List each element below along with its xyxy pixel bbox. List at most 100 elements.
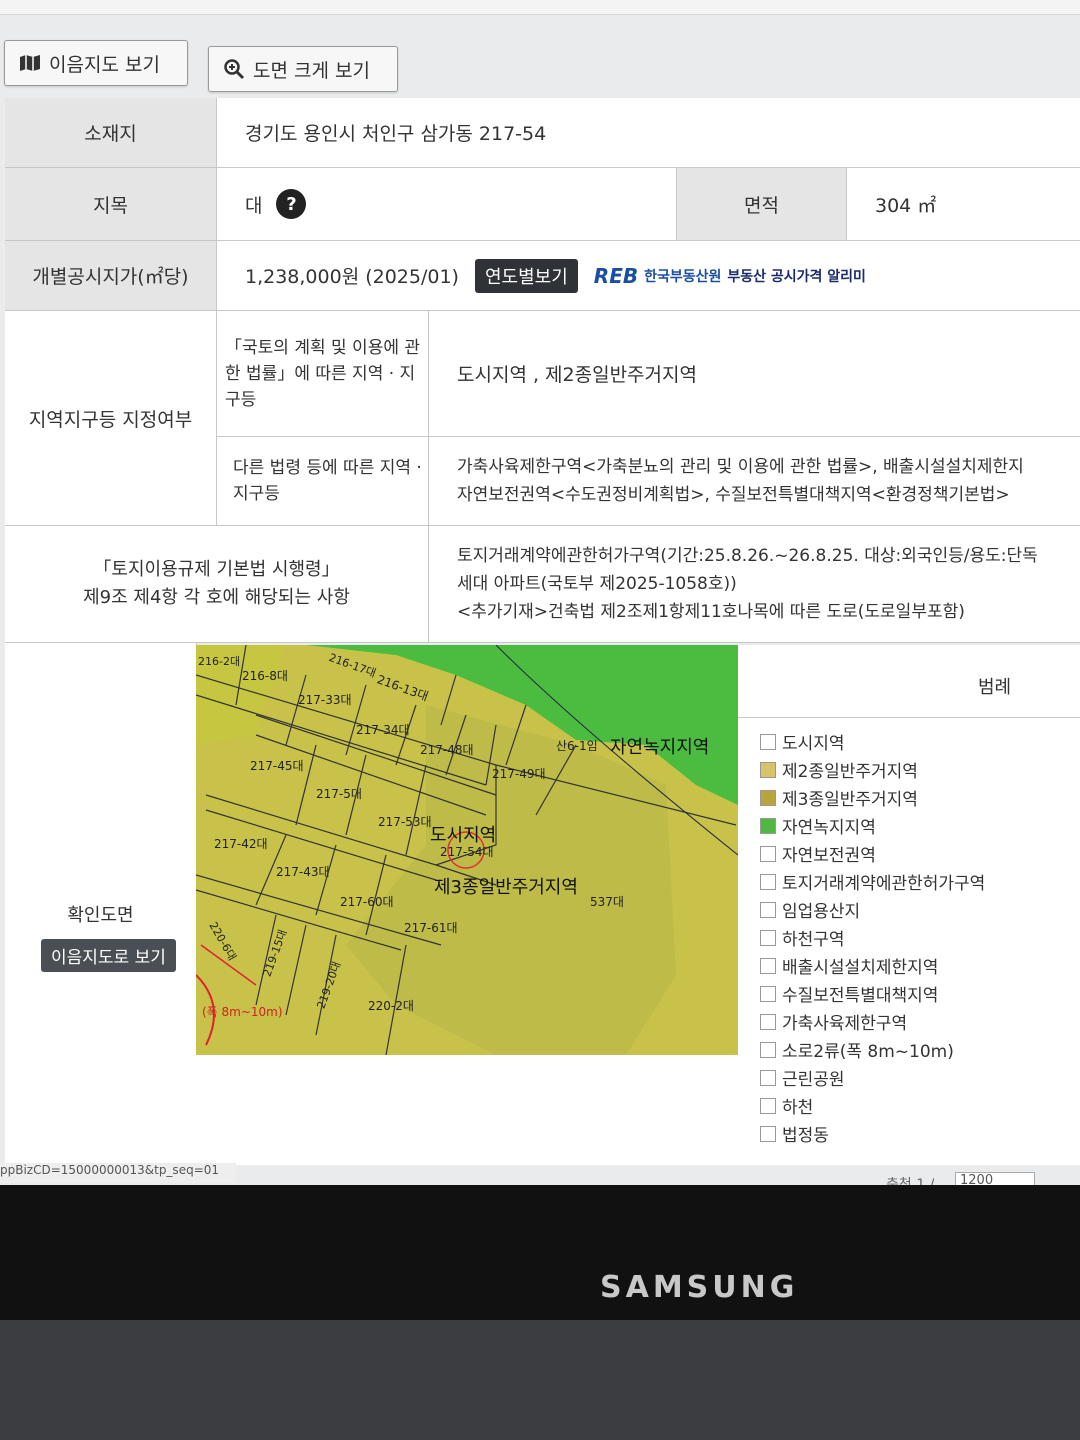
map-label-217-43: 217-43대: [276, 865, 330, 879]
legend-item: 수질보전특별대책지역: [760, 981, 938, 1006]
map-label-217-45: 217-45대: [250, 759, 304, 773]
legend-item-label: 수질보전특별대책지역: [782, 986, 939, 1006]
law2-value: 가축사육제한구역<가축분뇨의 관리 및 이용에 관한 법률>, 배출시설설치제한…: [429, 437, 1080, 526]
map-label-217-48: 217-48대: [420, 743, 474, 757]
reb-logo-mark: REB: [593, 263, 639, 288]
legend-item: 도시지역: [760, 729, 845, 754]
legend-item-label: 배출시설설치제한지역: [782, 958, 939, 978]
legend-item: 제3종일반주거지역: [760, 785, 918, 810]
monitor-brand-logo: SAMSUNG: [600, 1270, 799, 1305]
area-value: 304 ㎡: [847, 168, 1080, 241]
legend-item: 자연녹지지역: [760, 813, 876, 838]
eum-map-button[interactable]: 이음지도로 보기: [41, 939, 176, 972]
decree-label-line1: 「토지이용규제 기본법 시행령」: [93, 559, 340, 580]
map-road-label: (폭 8m~10m): [202, 1005, 283, 1019]
price-header: 개별공시지가(㎡당): [5, 241, 217, 311]
browser-bookmark-bar: [0, 0, 1080, 15]
legend-title: 범례: [978, 677, 1012, 698]
scale-label: 축척 1 /: [886, 1177, 935, 1185]
map-label-217-33: 217-33대: [298, 693, 352, 707]
status-url: ppBizCD=15000000013&tp_seq=01: [0, 1163, 236, 1183]
legend-swatch: [760, 733, 776, 750]
legend-item: 배출시설설치제한지역: [760, 953, 938, 978]
map-label-216-8: 216-8대: [242, 669, 288, 683]
location-header: 소재지: [5, 98, 217, 168]
legend-swatch: [760, 985, 776, 1002]
legend-swatch: [760, 1097, 776, 1114]
jimok-header: 지목: [5, 168, 217, 241]
map-label-217-42: 217-42대: [214, 837, 268, 851]
decree-label-line2: 제9조 제4항 각 호에 해당되는 사항: [83, 587, 350, 608]
map-label-217-60: 217-60대: [340, 895, 394, 909]
map-label-217-61: 217-61대: [404, 921, 458, 935]
map-zone-natural-green: 자연녹지지역: [610, 737, 710, 758]
map-zone-urban: 도시지역: [430, 825, 497, 846]
legend-item: 근린공원: [760, 1065, 845, 1090]
decree-value-line3: <추가기재>건축법 제2조제1항제11호나목에 따른 도로(도로일부포함): [457, 602, 965, 622]
decree-value-line2: 세대 아파트(국토부 제2025-1058호)): [457, 574, 737, 594]
map-label-217-49: 217-49대: [492, 767, 546, 781]
law2-value-line1: 가축사육제한구역<가축분뇨의 관리 및 이용에 관한 법률>, 배출시설설치제한…: [457, 457, 1024, 477]
map-label-537: 537대: [590, 895, 624, 909]
legend-swatch: [760, 845, 776, 862]
legend-item-label: 법정동: [782, 1126, 829, 1146]
jimok-cell: 대 ?: [217, 168, 677, 241]
legend-swatch: [760, 789, 776, 806]
legend-item-label: 제2종일반주거지역: [782, 762, 918, 782]
legend-item-label: 임업용산지: [782, 902, 861, 922]
help-icon[interactable]: ?: [276, 189, 307, 219]
map-label-220-2: 220-2대: [368, 999, 414, 1013]
magnifier-icon: [224, 59, 245, 80]
legend-header: 범례: [738, 645, 1080, 718]
map-label-217-5: 217-5대: [316, 787, 362, 801]
legend-swatch: [760, 1013, 776, 1030]
yearly-view-button[interactable]: 연도별보기: [474, 258, 578, 293]
map-label-216-2: 216-2대: [198, 655, 241, 668]
legend-swatch: [760, 1041, 776, 1058]
legend-item-label: 자연녹지지역: [782, 818, 876, 838]
legend-item-label: 소로2류(폭 8m~10m): [782, 1042, 954, 1062]
reb-logo[interactable]: REB 한국부동산원 부동산 공시가격 알리미: [594, 264, 866, 288]
monitor-bezel: [0, 1185, 1080, 1320]
confirm-drawing-label: 확인도면: [67, 905, 134, 926]
jimok-value: 대: [245, 194, 263, 217]
map-label-217-53: 217-53대: [378, 815, 432, 829]
legend-swatch: [760, 1069, 776, 1086]
legend-item: 하천구역: [760, 925, 845, 950]
zoom-drawing-button-label: 도면 크게 보기: [253, 59, 370, 82]
confirm-drawing-header-cell: 확인도면 이음지도로 보기: [5, 643, 197, 1163]
law1-value: 도시지역 , 제2종일반주거지역: [429, 311, 1080, 437]
map-label-san6-1: 산6-1임: [556, 739, 598, 753]
map-label-217-34: 217-34대: [356, 723, 410, 737]
legend-swatch: [760, 761, 776, 778]
map-zone-3rd-residential: 제3종일반주거지역: [434, 877, 578, 898]
legend-item-label: 토지거래계약에관한허가구역: [782, 874, 986, 894]
desk-background: [0, 1320, 1080, 1440]
legend-item: 제2종일반주거지역: [760, 757, 918, 782]
decree-value: 토지거래계약에관한허가구역(기간:25.8.26.~26.8.25. 대상:외국…: [429, 526, 1080, 643]
land-info-table: 소재지 경기도 용인시 처인구 삼가동 217-54 지목 대 ? 면적 304…: [5, 98, 1080, 643]
legend-item-label: 가축사육제한구역: [782, 1014, 908, 1034]
law2-label: 다른 법령 등에 따른 지역 · 지구등: [217, 437, 429, 526]
reb-org-name: 한국부동산원: [644, 268, 722, 285]
cadastral-map[interactable]: 216-2대 216-8대 216-17대 216-13대 217-33대 21…: [196, 645, 738, 1055]
legend-item: 법정동: [760, 1121, 829, 1146]
map-view-button[interactable]: 이음지도 보기: [4, 40, 188, 86]
legend-item-label: 제3종일반주거지역: [782, 790, 918, 810]
area-header: 면적: [677, 168, 847, 241]
zoom-drawing-button[interactable]: 도면 크게 보기: [208, 46, 398, 92]
legend-item: 하천: [760, 1093, 813, 1118]
location-value: 경기도 용인시 처인구 삼가동 217-54: [217, 98, 1080, 168]
law1-label: 「국토의 계획 및 이용에 관한 법률」에 따른 지역 · 지구등: [217, 311, 429, 437]
scale-select[interactable]: 1200: [955, 1172, 1035, 1185]
map-blank-area: [196, 1055, 738, 1165]
zone-header: 지역지구등 지정여부: [5, 311, 217, 526]
legend-item-label: 자연보전권역: [782, 846, 876, 866]
decree-value-line1: 토지거래계약에관한허가구역(기간:25.8.26.~26.8.25. 대상:외국…: [457, 546, 1038, 566]
legend-item: 자연보전권역: [760, 841, 876, 866]
browser-screen: 이음지도 보기 도면 크게 보기 소재지 경기도 용인시 처인구 삼가동 217…: [0, 0, 1080, 1185]
legend-item-label: 하천구역: [782, 930, 845, 950]
legend-swatch: [760, 817, 776, 834]
legend-item: 가축사육제한구역: [760, 1009, 907, 1034]
map-legend: 범례 도시지역제2종일반주거지역제3종일반주거지역자연녹지지역자연보전권역토지거…: [738, 645, 1080, 1165]
